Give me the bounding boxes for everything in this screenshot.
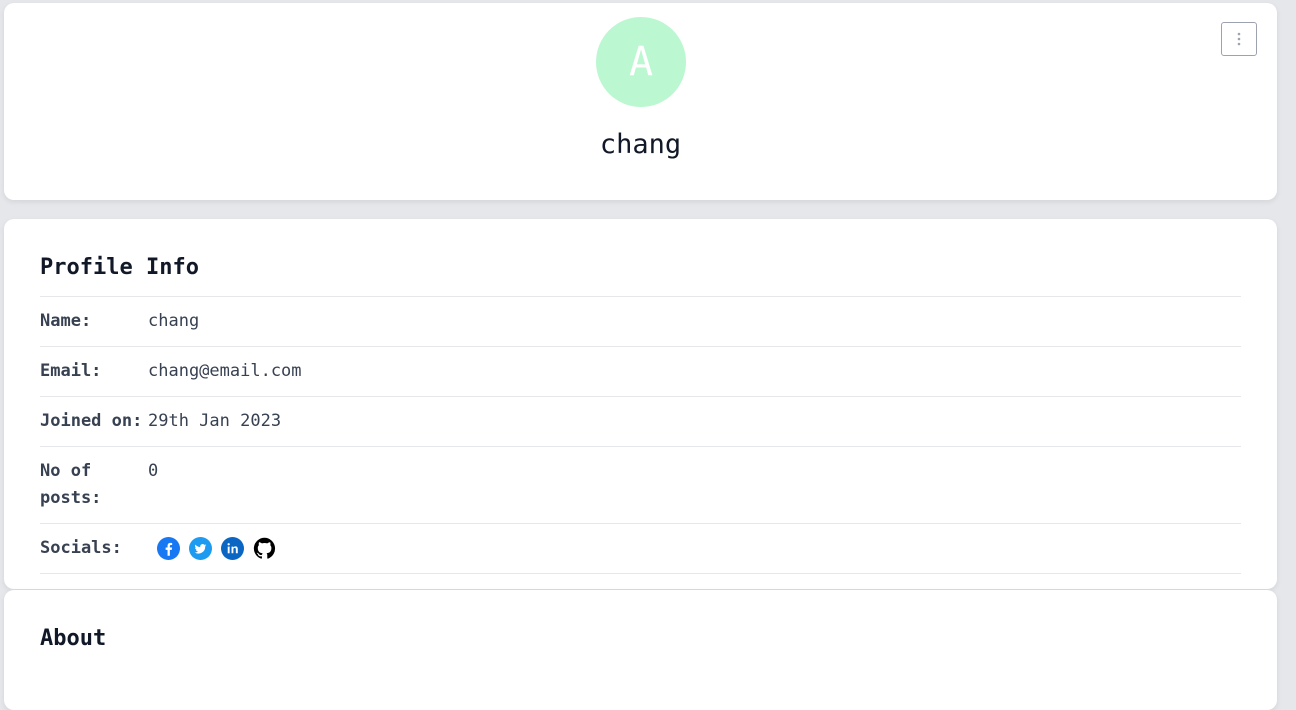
- github-icon[interactable]: [253, 537, 276, 560]
- profile-username: chang: [599, 129, 682, 160]
- posts-label: No of posts:: [40, 461, 102, 508]
- name-value: chang: [148, 311, 200, 331]
- email-value: chang@email.com: [148, 361, 302, 381]
- avatar: A: [596, 17, 686, 107]
- twitter-icon[interactable]: [189, 537, 212, 560]
- profile-info-list: Name: chang Email: chang@email.com Joine…: [40, 296, 1241, 574]
- email-label: Email:: [40, 361, 102, 381]
- more-options-button[interactable]: [1221, 22, 1257, 56]
- socials-links: [157, 535, 276, 562]
- socials-label: Socials:: [40, 538, 122, 558]
- info-row-socials: Socials:: [40, 524, 1241, 574]
- vertical-dots-icon: [1237, 32, 1241, 46]
- about-title: About: [40, 626, 107, 651]
- info-row-posts: No of posts: 0: [40, 447, 1241, 524]
- profile-header-card: A chang: [4, 3, 1277, 200]
- about-card: About: [4, 590, 1277, 710]
- joined-label: Joined on:: [40, 411, 143, 431]
- profile-info-card: Profile Info Name: chang Email: chang@em…: [4, 219, 1277, 589]
- joined-value: 29th Jan 2023: [148, 411, 282, 431]
- facebook-icon[interactable]: [157, 537, 180, 560]
- info-row-joined: Joined on: 29th Jan 2023: [40, 397, 1241, 447]
- posts-value: 0: [148, 461, 159, 481]
- name-label: Name:: [40, 311, 92, 331]
- profile-info-title: Profile Info: [40, 255, 199, 280]
- info-row-name: Name: chang: [40, 297, 1241, 347]
- info-row-email: Email: chang@email.com: [40, 347, 1241, 397]
- linkedin-icon[interactable]: [221, 537, 244, 560]
